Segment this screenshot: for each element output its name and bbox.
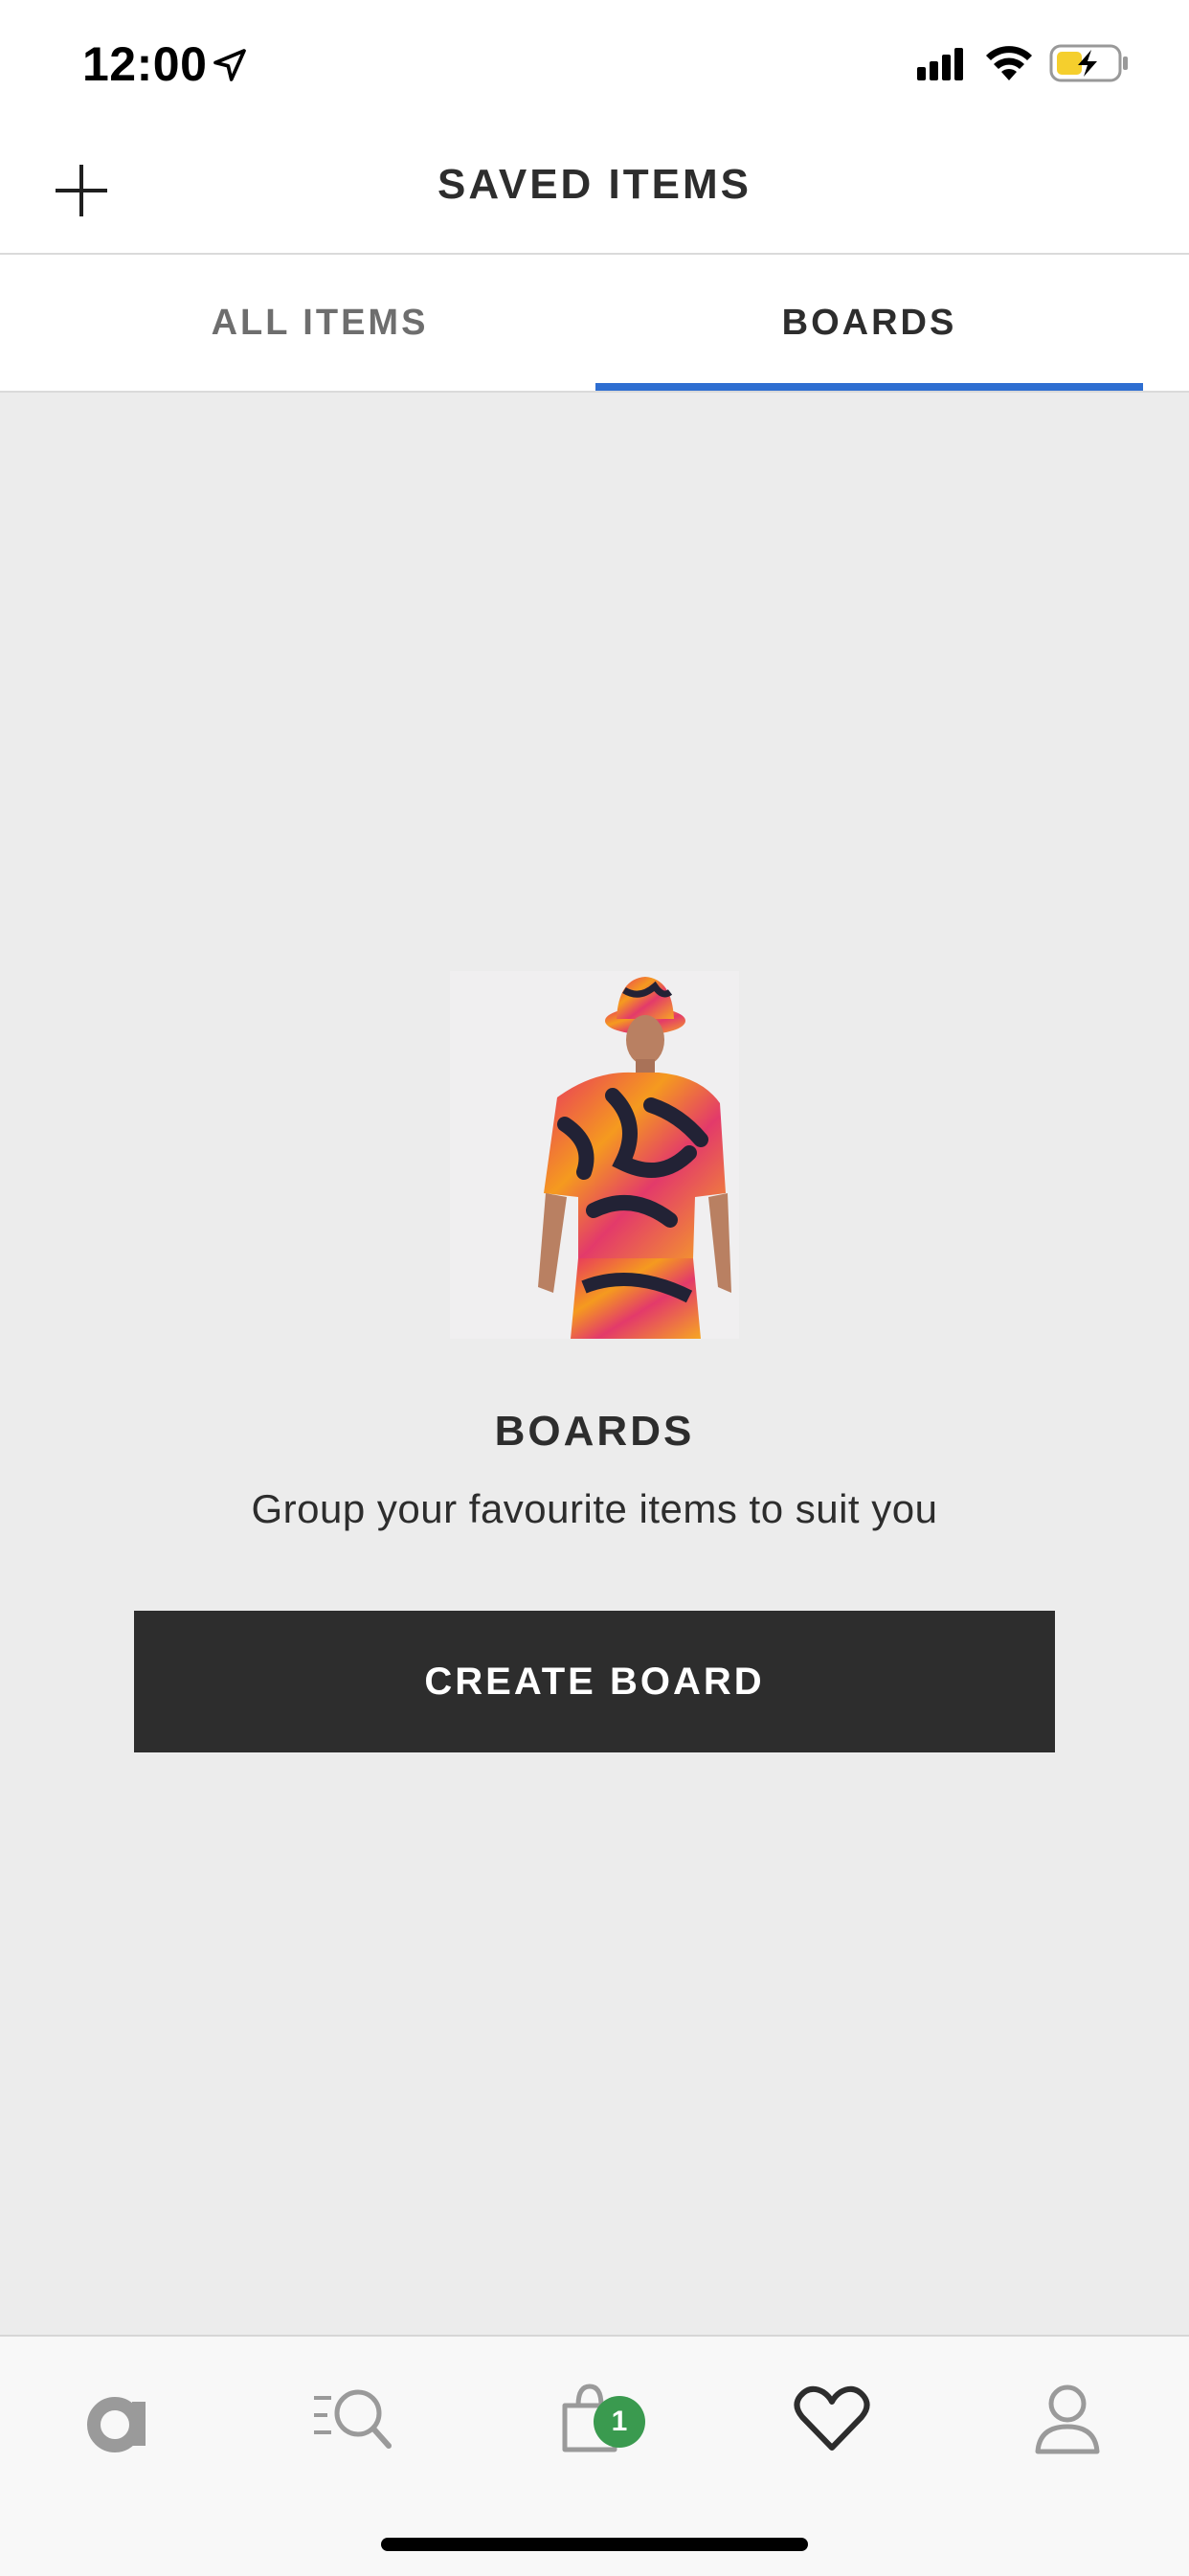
bag-count-badge: 1	[594, 2396, 645, 2448]
wifi-icon	[986, 46, 1032, 80]
status-time: 12:00	[82, 37, 208, 91]
tab-boards[interactable]: BOARDS	[595, 255, 1143, 391]
location-arrow-icon	[213, 49, 246, 81]
active-tab-indicator	[595, 383, 1143, 391]
home-indicator[interactable]	[381, 2538, 808, 2551]
empty-state-subtitle: Group your favourite items to suit you	[251, 1486, 938, 1531]
segmented-tabs: ALL ITEMS BOARDS	[0, 255, 1189, 393]
battery-charging-icon	[1049, 44, 1128, 82]
navigation-bar: SAVED ITEMS	[0, 126, 1189, 255]
account-icon[interactable]	[1024, 2375, 1110, 2461]
cellular-signal-icon	[917, 48, 963, 80]
model-figure	[450, 971, 739, 1339]
page-title: SAVED ITEMS	[437, 161, 752, 208]
create-board-button[interactable]: CREATE BOARD	[134, 1611, 1055, 1752]
boards-illustration-image	[450, 971, 739, 1339]
search-icon[interactable]	[310, 2375, 396, 2461]
heart-icon[interactable]	[789, 2375, 875, 2461]
status-bar: 12:00	[0, 0, 1189, 126]
tab-all-items[interactable]: ALL ITEMS	[46, 255, 594, 391]
empty-state-heading: BOARDS	[494, 1408, 695, 1455]
home-logo-icon[interactable]	[77, 2375, 163, 2461]
